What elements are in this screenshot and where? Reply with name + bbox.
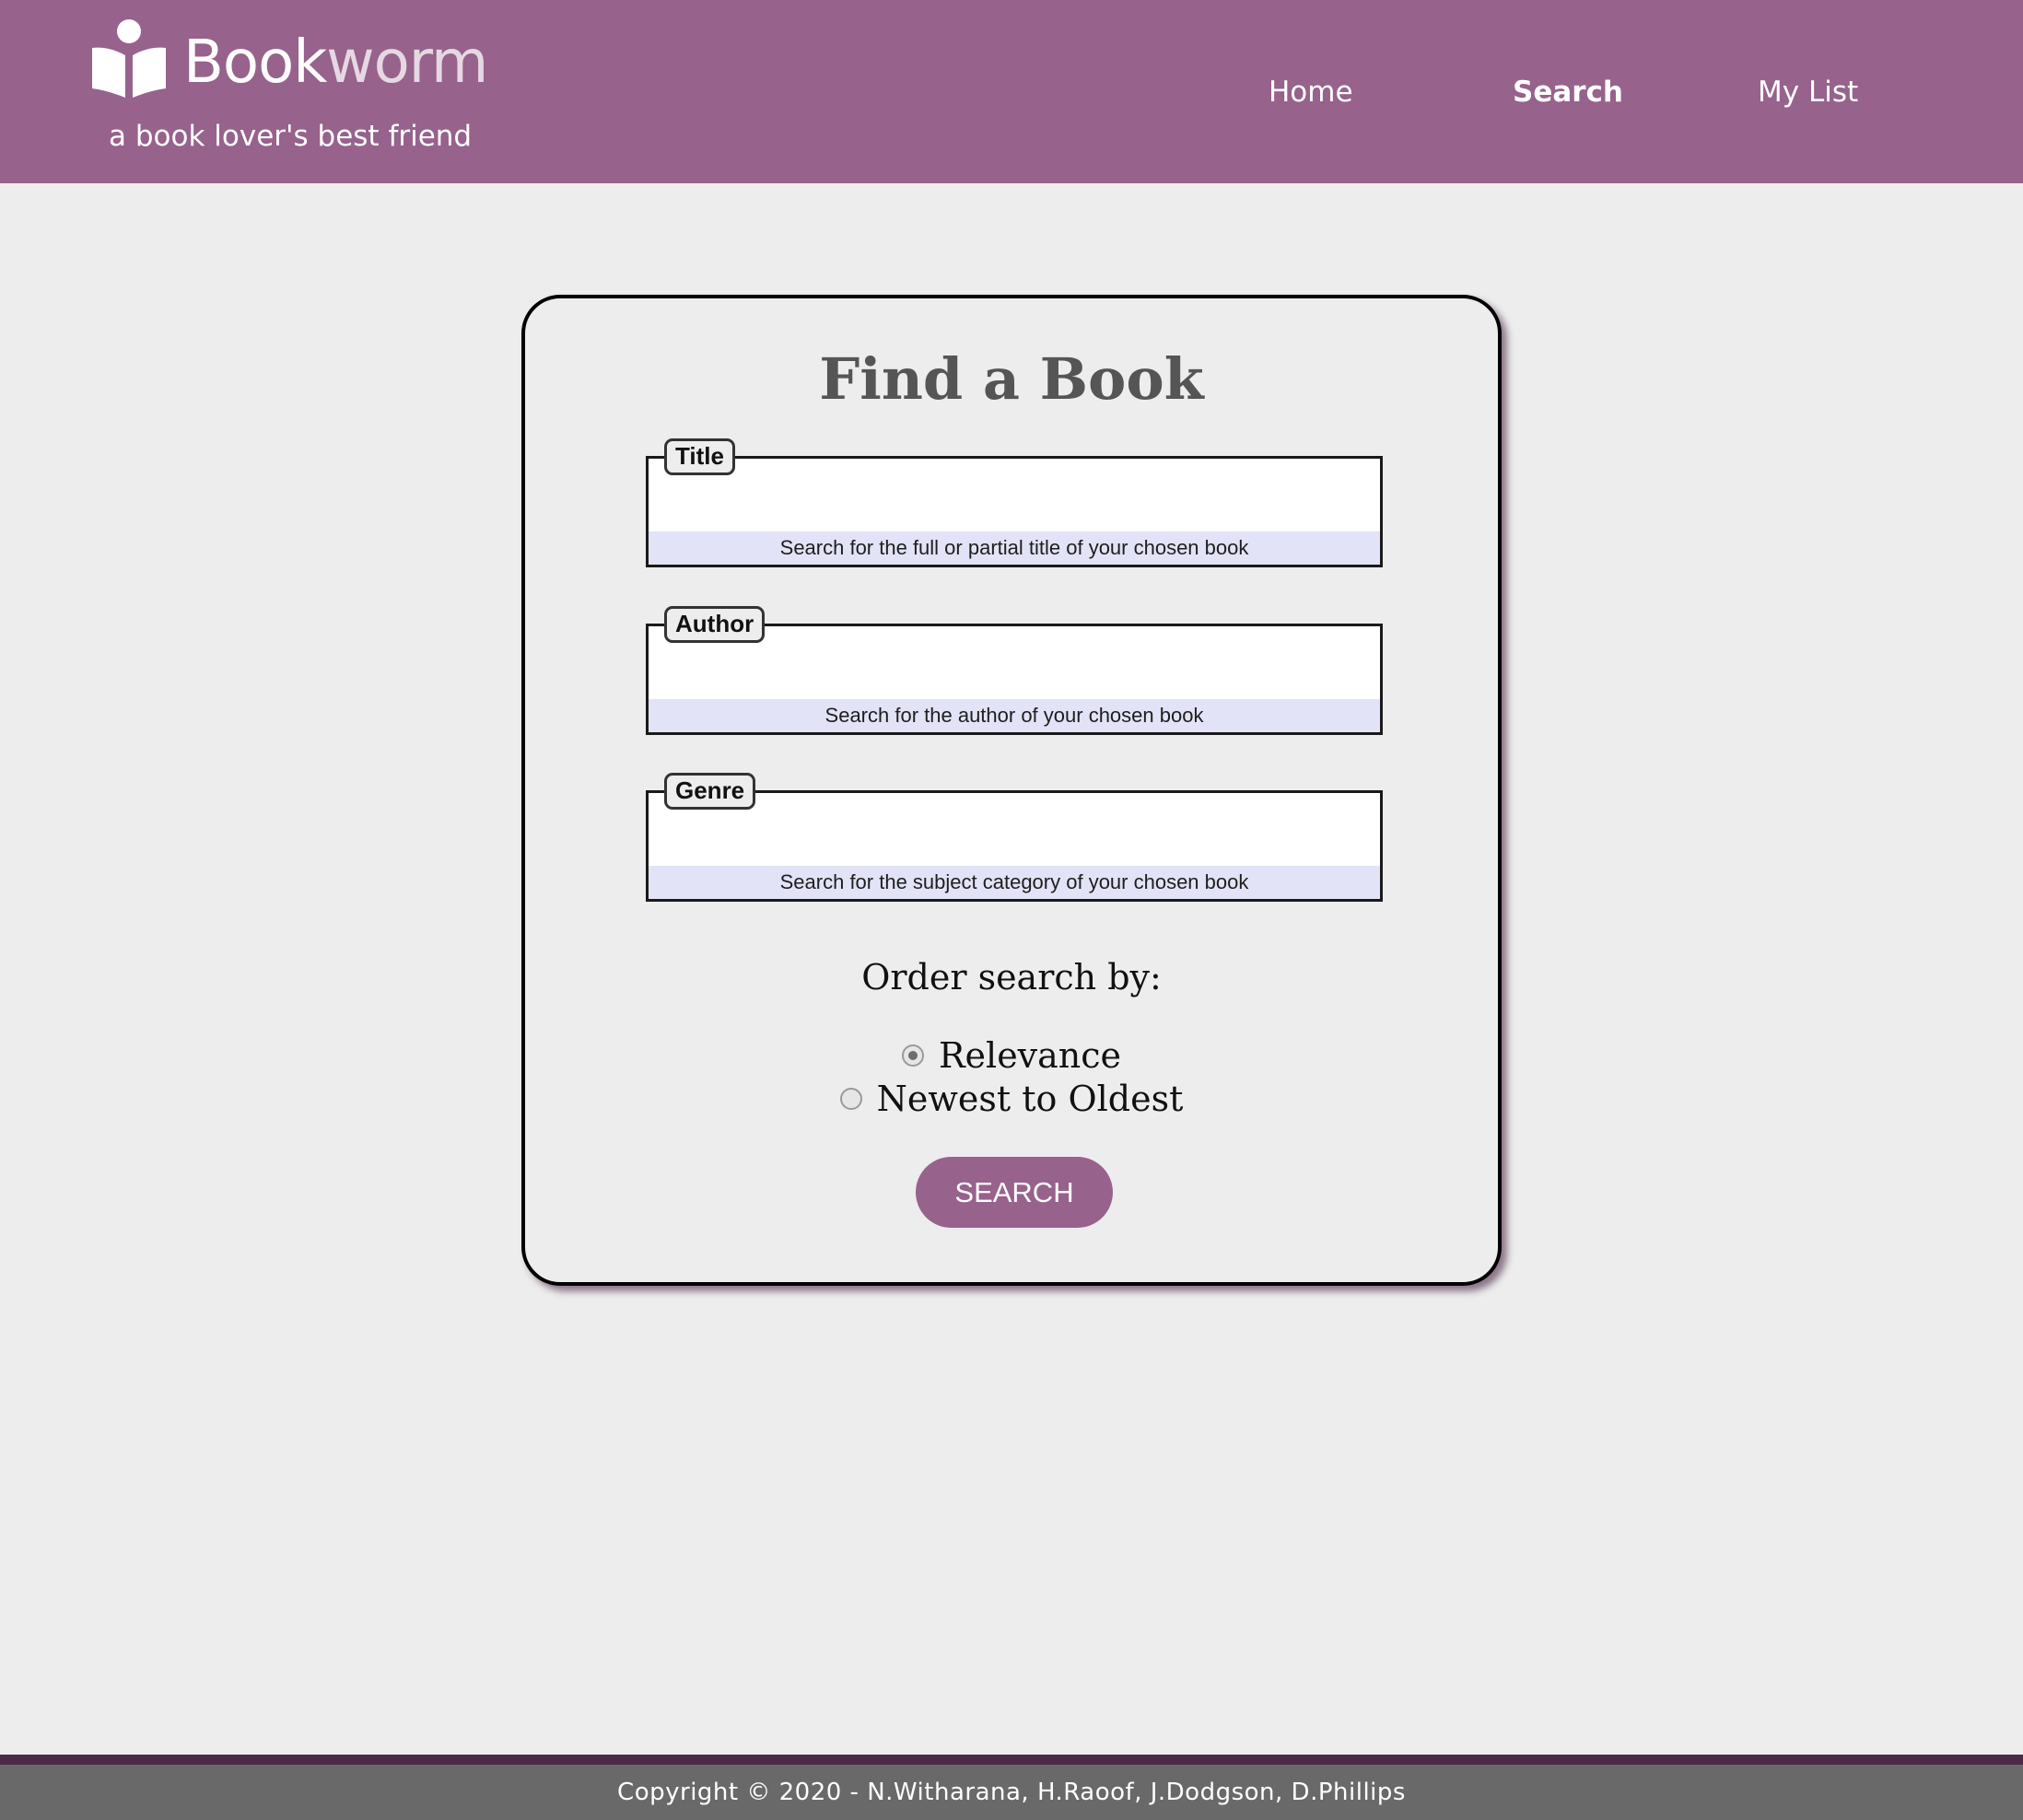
title-hint: Search for the full or partial title of … — [649, 531, 1380, 565]
page-title: Find a Book — [819, 345, 1204, 413]
brand-part-worm: worm — [326, 29, 488, 97]
relevance-label: Relevance — [938, 1035, 1122, 1076]
footer-divider — [0, 1755, 2023, 1765]
relevance-radio[interactable] — [901, 1044, 924, 1067]
author-field: Search for the author of your chosen boo… — [646, 606, 1383, 735]
title-field: Search for the full or partial title of … — [646, 438, 1383, 567]
genre-input[interactable] — [649, 793, 1380, 869]
site-footer: Copyright © 2020 - N.Witharana, H.Raoof,… — [0, 1765, 2023, 1820]
title-input[interactable] — [649, 459, 1380, 534]
order-option-newest[interactable]: Newest to Oldest — [525, 1077, 1498, 1121]
genre-field: Search for the subject category of your … — [646, 773, 1383, 902]
genre-legend: Genre — [664, 773, 756, 810]
newest-to-oldest-radio[interactable] — [839, 1087, 862, 1110]
brand-part-book: Book — [183, 29, 327, 97]
site-brand[interactable]: Bookworm — [183, 26, 488, 99]
order-option-relevance[interactable]: Relevance — [525, 1033, 1498, 1078]
nav-home-link[interactable]: Home — [1269, 74, 1353, 111]
search-button[interactable]: SEARCH — [916, 1157, 1113, 1228]
author-legend: Author — [664, 606, 766, 643]
genre-hint: Search for the subject category of your … — [649, 866, 1380, 899]
order-by-label: Order search by: — [861, 957, 1162, 998]
site-header: Bookworm a book lover's best friend Home… — [0, 0, 2023, 183]
nav-my-list-link[interactable]: My List — [1758, 74, 1858, 111]
book-reader-icon — [92, 19, 166, 98]
newest-to-oldest-label: Newest to Oldest — [876, 1079, 1184, 1119]
author-hint: Search for the author of your chosen boo… — [649, 699, 1380, 732]
nav-search-link[interactable]: Search — [1513, 74, 1623, 111]
title-legend: Title — [664, 438, 735, 475]
search-card: Find a Book Search for the full or parti… — [521, 295, 1502, 1286]
site-tagline: a book lover's best friend — [109, 120, 473, 153]
